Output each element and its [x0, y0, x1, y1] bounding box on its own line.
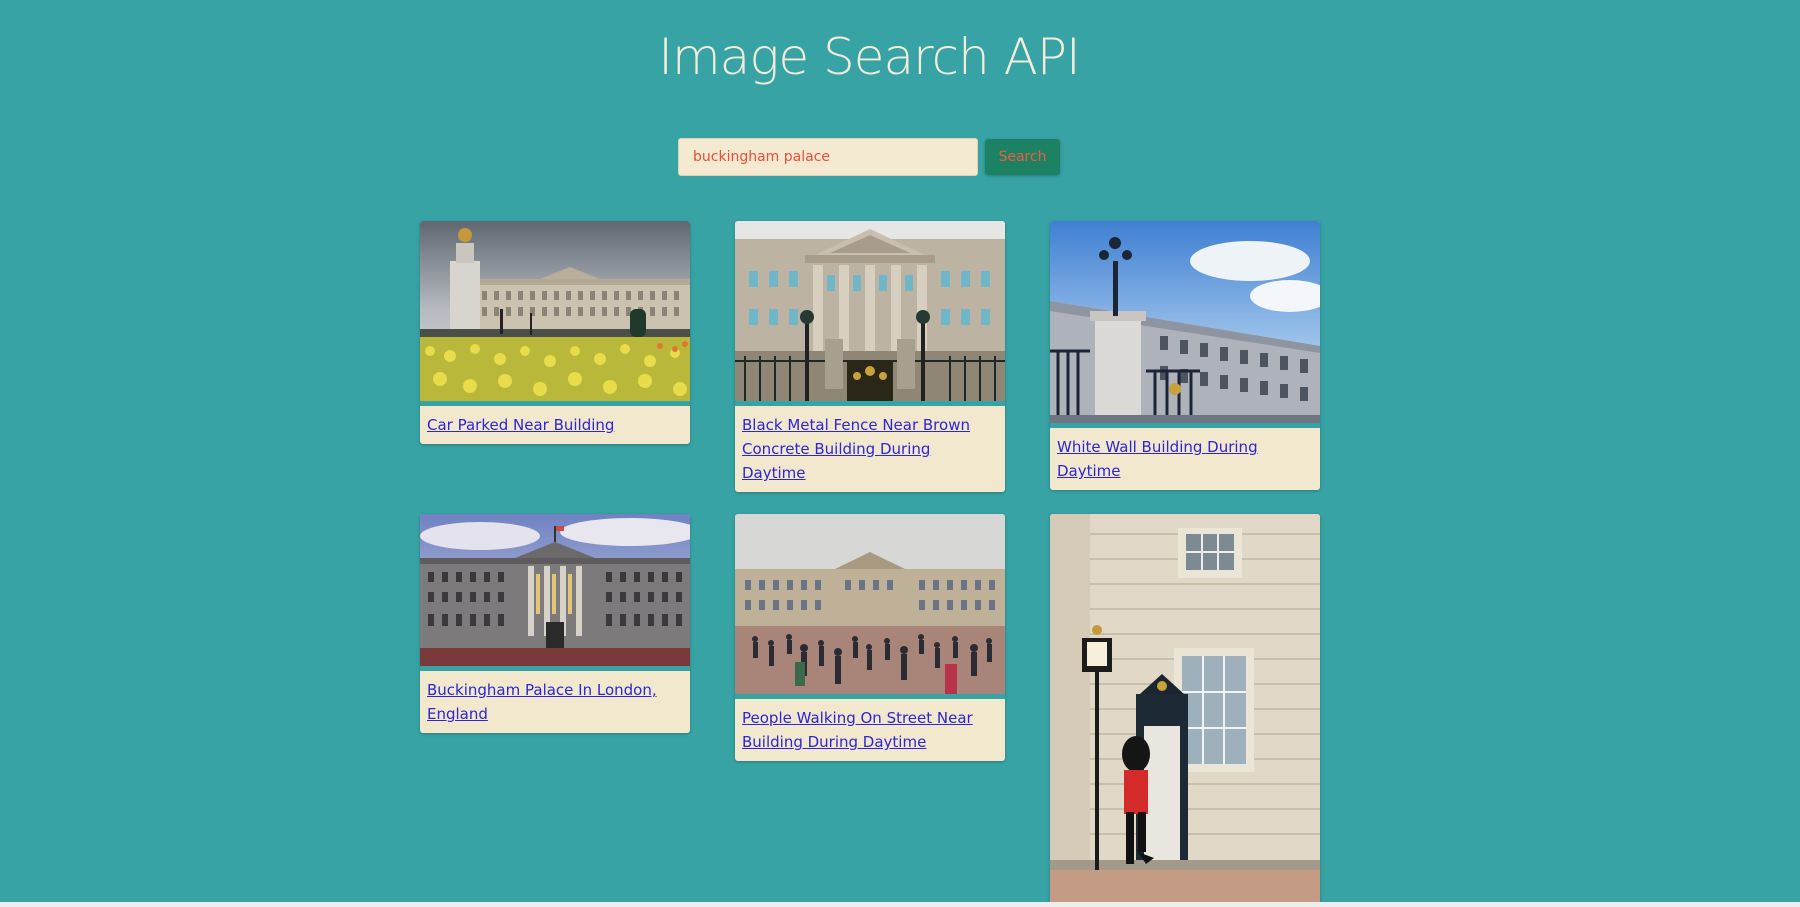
- result-card: [1050, 514, 1320, 904]
- result-card: Car Parked Near Building: [420, 221, 690, 444]
- result-link[interactable]: White Wall Building During Daytime: [1057, 438, 1258, 480]
- result-card: White Wall Building During Daytime: [1050, 221, 1320, 490]
- scrollbar-track[interactable]: [0, 902, 1800, 907]
- result-link[interactable]: Car Parked Near Building: [427, 416, 614, 434]
- result-photo[interactable]: [1050, 221, 1320, 428]
- result-photo[interactable]: [1050, 514, 1320, 904]
- results-grid: Car Parked Near Building Black Metal Fen…: [420, 221, 1320, 907]
- result-link[interactable]: Buckingham Palace In London, England: [427, 681, 657, 723]
- result-photo[interactable]: [420, 221, 690, 406]
- search-bar: Search: [678, 138, 1060, 176]
- result-photo[interactable]: [735, 221, 1005, 406]
- page-title: Image Search API: [658, 28, 1081, 86]
- result-card: Buckingham Palace In London, England: [420, 514, 690, 733]
- result-caption: People Walking On Street Near Building D…: [735, 699, 1005, 761]
- result-link[interactable]: People Walking On Street Near Building D…: [742, 709, 973, 751]
- result-photo[interactable]: [735, 514, 1005, 699]
- search-button[interactable]: Search: [985, 139, 1060, 175]
- result-caption: Buckingham Palace In London, England: [420, 671, 690, 733]
- result-caption: Black Metal Fence Near Brown Concrete Bu…: [735, 406, 1005, 492]
- search-input[interactable]: [678, 138, 978, 176]
- result-card: Black Metal Fence Near Brown Concrete Bu…: [735, 221, 1005, 492]
- result-link[interactable]: Black Metal Fence Near Brown Concrete Bu…: [742, 416, 970, 482]
- result-photo[interactable]: [420, 514, 690, 671]
- result-caption: Car Parked Near Building: [420, 406, 690, 444]
- result-card: People Walking On Street Near Building D…: [735, 514, 1005, 761]
- result-caption: White Wall Building During Daytime: [1050, 428, 1320, 490]
